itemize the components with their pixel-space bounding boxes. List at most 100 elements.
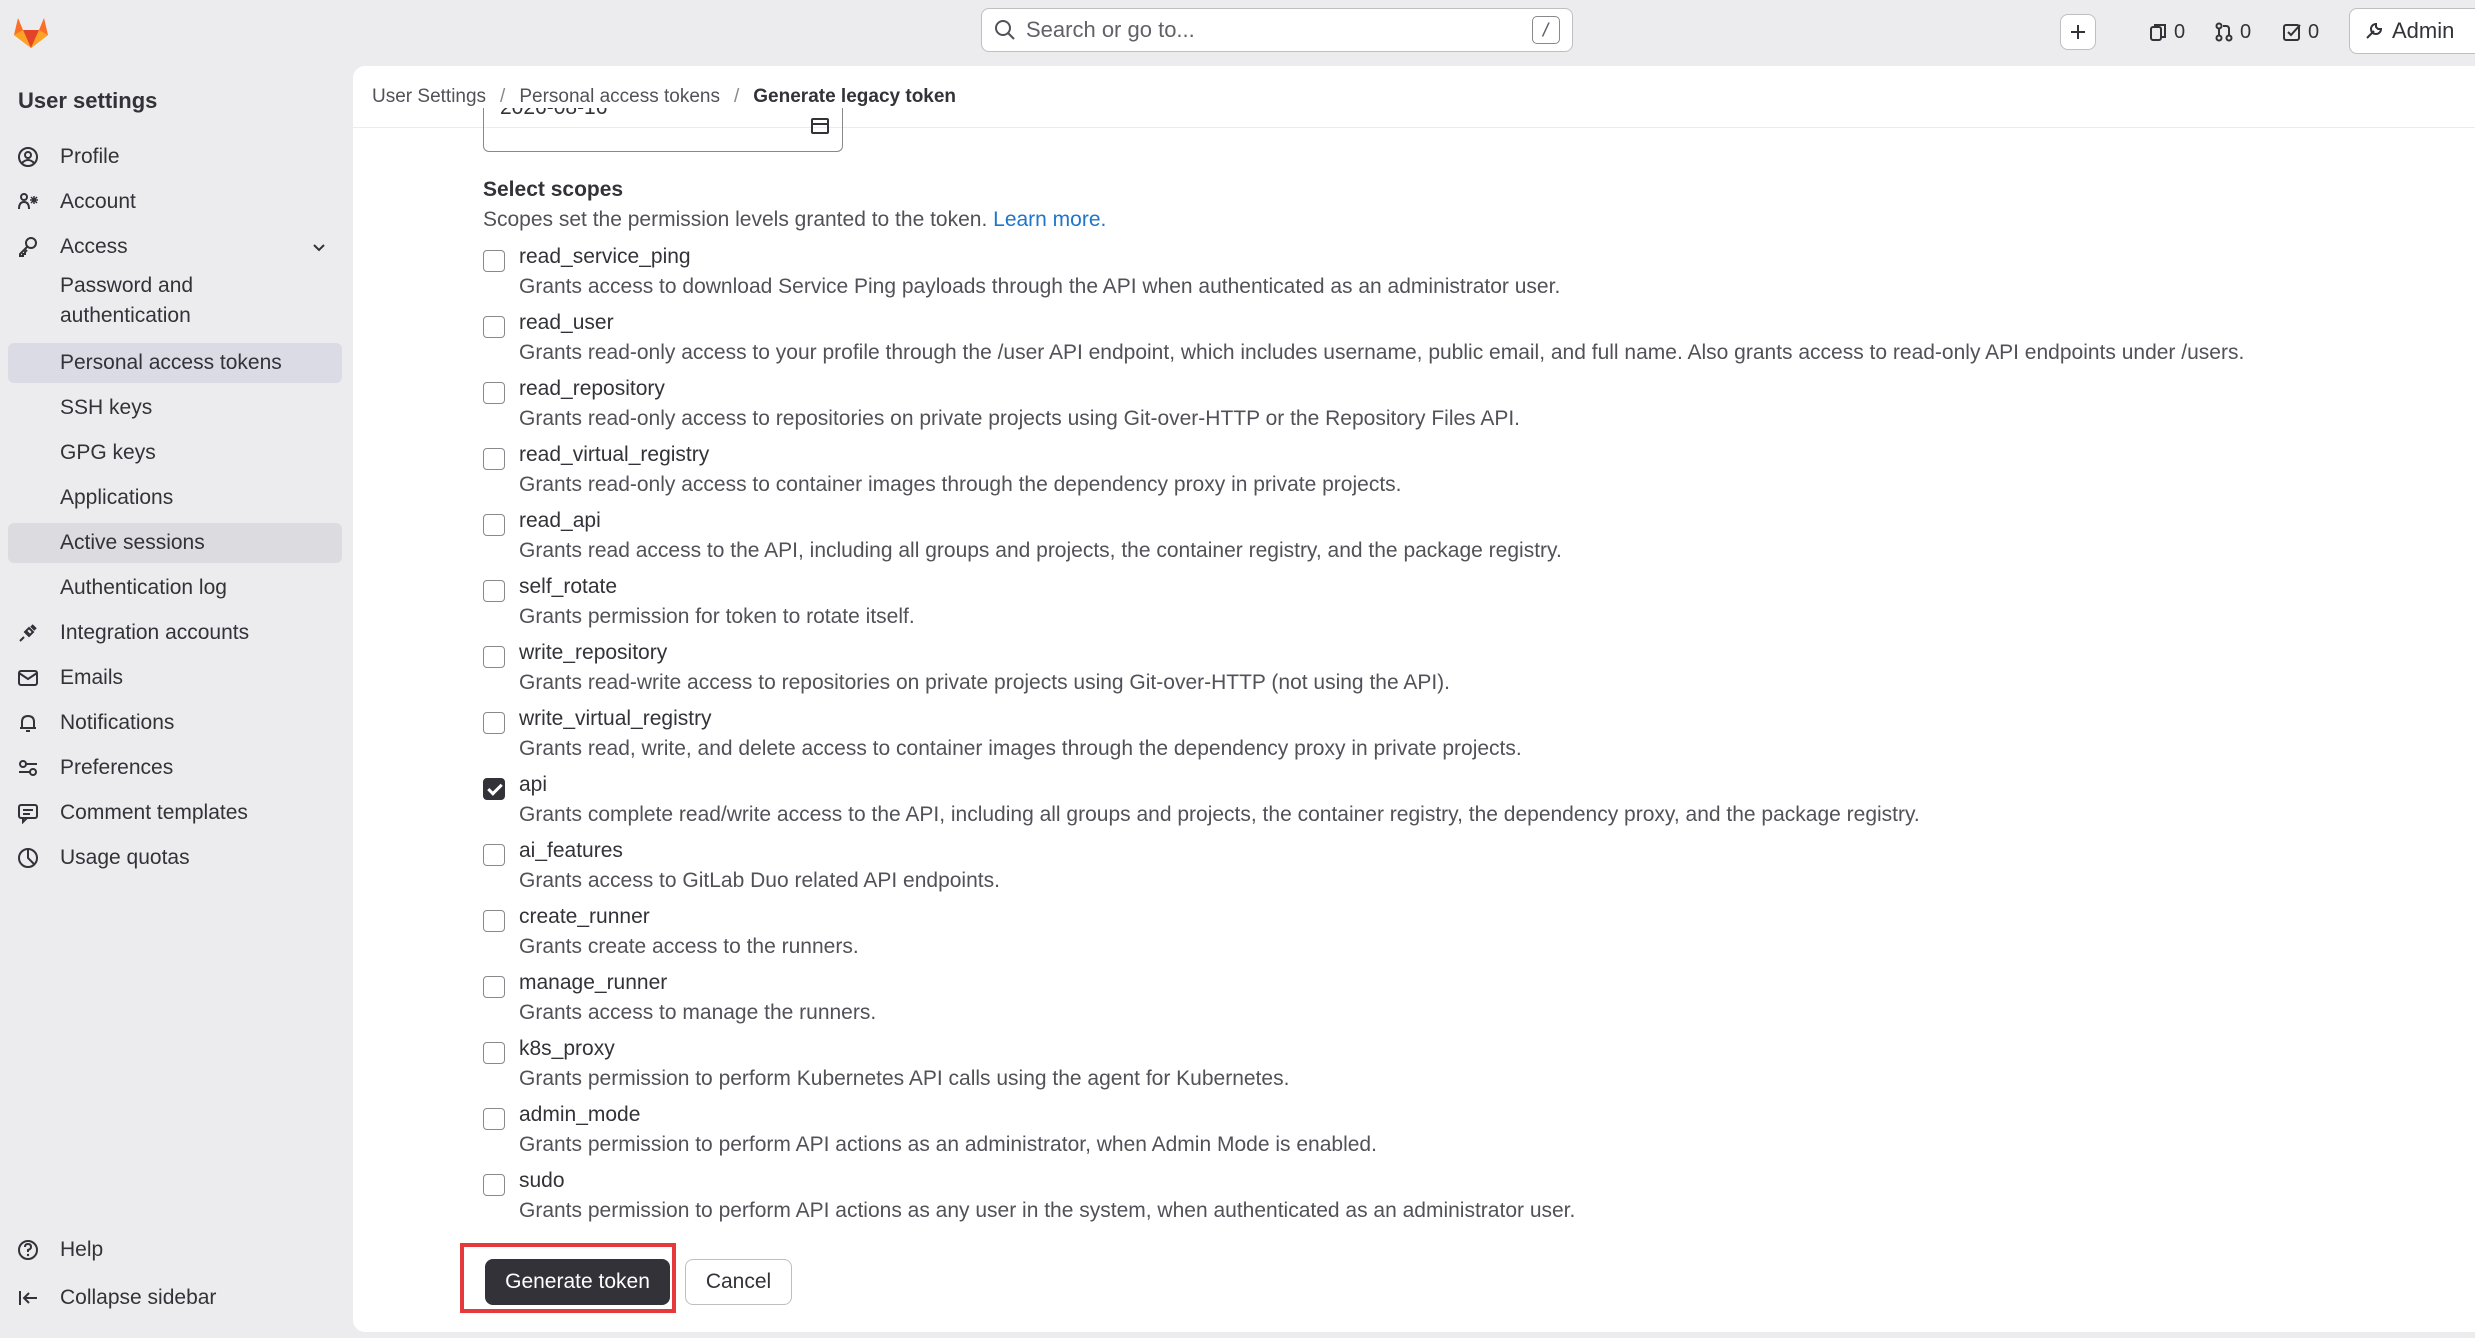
collapse-sidebar-label: Collapse sidebar xyxy=(60,1286,217,1309)
todos-button[interactable]: 0 xyxy=(2282,14,2319,50)
sidebar-item-label: Authentication log xyxy=(60,576,227,599)
sidebar-item-label: Personal access tokens xyxy=(60,351,282,374)
breadcrumb: User Settings / Personal access tokens /… xyxy=(372,86,956,108)
sidebar-item-access[interactable]: Access xyxy=(8,227,342,267)
scope-name[interactable]: read_repository xyxy=(519,377,665,401)
sidebar-item-label: Access xyxy=(60,235,128,258)
key-icon xyxy=(16,235,40,259)
comment-icon xyxy=(16,801,40,825)
breadcrumb-user-settings[interactable]: User Settings xyxy=(372,86,486,108)
scope-checkbox[interactable] xyxy=(483,250,505,272)
sidebar-item-personal-access-tokens[interactable]: Personal access tokens xyxy=(8,343,342,383)
account-icon xyxy=(16,190,40,214)
sidebar-item-ssh-keys[interactable]: SSH keys xyxy=(8,388,342,428)
scope-row: ai_features Grants access to GitLab Duo r… xyxy=(483,836,2463,898)
sidebar-item-profile[interactable]: Profile xyxy=(8,137,342,177)
scope-name[interactable]: write_virtual_registry xyxy=(519,707,712,731)
sidebar-item-gpg-keys[interactable]: GPG keys xyxy=(8,433,342,473)
help-button[interactable]: Help xyxy=(8,1230,342,1270)
breadcrumb-personal-access-tokens[interactable]: Personal access tokens xyxy=(519,86,720,108)
search-shortcut-key: / xyxy=(1532,16,1560,44)
cancel-button[interactable]: Cancel xyxy=(685,1259,792,1305)
mail-icon xyxy=(16,666,40,690)
scope-checkbox[interactable] xyxy=(483,580,505,602)
sidebar-item-integration-accounts[interactable]: Integration accounts xyxy=(8,613,342,653)
scope-description: Grants read-only access to repositories … xyxy=(519,407,1521,430)
scope-name[interactable]: sudo xyxy=(519,1169,565,1193)
expiration-date-input[interactable]: 2026-08-16 xyxy=(483,108,843,152)
sidebar-item-emails[interactable]: Emails xyxy=(8,658,342,698)
scope-name[interactable]: admin_mode xyxy=(519,1103,640,1127)
admin-button[interactable]: Admin xyxy=(2349,8,2475,54)
scope-checkbox[interactable] xyxy=(483,646,505,668)
merge-requests-button[interactable]: 0 xyxy=(2214,14,2251,50)
scope-row: create_runner Grants create access to the… xyxy=(483,902,2463,964)
sidebar-item-label: SSH keys xyxy=(60,396,153,419)
issues-icon xyxy=(2148,22,2168,42)
scope-description: Grants read, write, and delete access to… xyxy=(519,737,1522,760)
sidebar-item-applications[interactable]: Applications xyxy=(8,478,342,518)
scope-name[interactable]: read_service_ping xyxy=(519,245,691,269)
sidebar-item-active-sessions[interactable]: Active sessions xyxy=(8,523,342,563)
scopes-title: Select scopes xyxy=(483,178,624,201)
search-icon xyxy=(994,19,1016,41)
sidebar-item-authentication-log[interactable]: Authentication log xyxy=(8,568,342,608)
sidebar-item-label: Emails xyxy=(60,666,124,689)
scope-name[interactable]: create_runner xyxy=(519,905,650,929)
sidebar-item-notifications[interactable]: Notifications xyxy=(8,703,342,743)
scope-name[interactable]: api xyxy=(519,773,547,797)
sidebar-item-label: Applications xyxy=(60,486,174,509)
sidebar-item-password-authentication[interactable]: Password and authentication xyxy=(8,270,342,332)
scope-checkbox[interactable] xyxy=(483,844,505,866)
scope-description: Grants access to manage the runners. xyxy=(519,1001,877,1024)
sidebar-item-preferences[interactable]: Preferences xyxy=(8,748,342,788)
scope-checkbox[interactable] xyxy=(483,1042,505,1064)
sidebar-item-usage-quotas[interactable]: Usage quotas xyxy=(8,838,342,878)
issues-count: 0 xyxy=(2174,20,2186,43)
sidebar-item-label: Integration accounts xyxy=(60,621,250,644)
scope-name[interactable]: k8s_proxy xyxy=(519,1037,615,1061)
question-circle-icon xyxy=(16,1238,40,1262)
scope-checkbox[interactable] xyxy=(483,316,505,338)
sidebar-item-account[interactable]: Account xyxy=(8,182,342,222)
gitlab-logo-icon[interactable] xyxy=(12,14,50,50)
scope-checkbox[interactable] xyxy=(483,1108,505,1130)
breadcrumb-separator: / xyxy=(734,86,740,107)
scope-row: read_api Grants read access to the API, i… xyxy=(483,506,2463,568)
scope-row: read_repository Grants read-only access t… xyxy=(483,374,2463,436)
expiration-date-value: 2026-08-16 xyxy=(500,108,607,120)
scope-name[interactable]: ai_features xyxy=(519,839,623,863)
bell-icon xyxy=(16,711,40,735)
scope-checkbox[interactable] xyxy=(483,976,505,998)
scope-name[interactable]: manage_runner xyxy=(519,971,667,995)
scope-row: admin_mode Grants permission to perform A… xyxy=(483,1100,2463,1162)
scope-name[interactable]: read_api xyxy=(519,509,601,533)
scope-checkbox[interactable] xyxy=(483,1174,505,1196)
calendar-icon[interactable] xyxy=(810,116,830,136)
scope-row: self_rotate Grants permission for token t… xyxy=(483,572,2463,634)
scope-checkbox[interactable] xyxy=(483,448,505,470)
sidebar-item-label: Preferences xyxy=(60,756,174,779)
scope-name[interactable]: self_rotate xyxy=(519,575,617,599)
sidebar: User settings Profile Account Access Pas… xyxy=(0,64,353,1338)
scope-row: api Grants complete read/write access to … xyxy=(483,770,2463,832)
scope-name[interactable]: write_repository xyxy=(519,641,667,665)
scope-name[interactable]: read_user xyxy=(519,311,614,335)
scope-checkbox[interactable] xyxy=(483,712,505,734)
collapse-sidebar-button[interactable]: Collapse sidebar xyxy=(8,1278,342,1318)
sidebar-item-comment-templates[interactable]: Comment templates xyxy=(8,793,342,833)
scope-checkbox[interactable] xyxy=(483,910,505,932)
scope-name[interactable]: read_virtual_registry xyxy=(519,443,709,467)
breadcrumb-separator: / xyxy=(500,86,506,107)
search-input[interactable]: Search or go to... / xyxy=(981,8,1573,52)
issues-button[interactable]: 0 xyxy=(2148,14,2185,50)
scope-description: Grants access to download Service Ping p… xyxy=(519,275,1561,298)
scope-checkbox[interactable] xyxy=(483,382,505,404)
scope-row: write_repository Grants read-write access… xyxy=(483,638,2463,700)
quota-icon xyxy=(16,846,40,870)
scope-checkbox[interactable] xyxy=(483,778,505,800)
scope-checkbox[interactable] xyxy=(483,514,505,536)
generate-token-button[interactable]: Generate token xyxy=(485,1259,670,1305)
create-new-button[interactable] xyxy=(2060,14,2096,50)
learn-more-link[interactable]: Learn more. xyxy=(993,208,1106,231)
